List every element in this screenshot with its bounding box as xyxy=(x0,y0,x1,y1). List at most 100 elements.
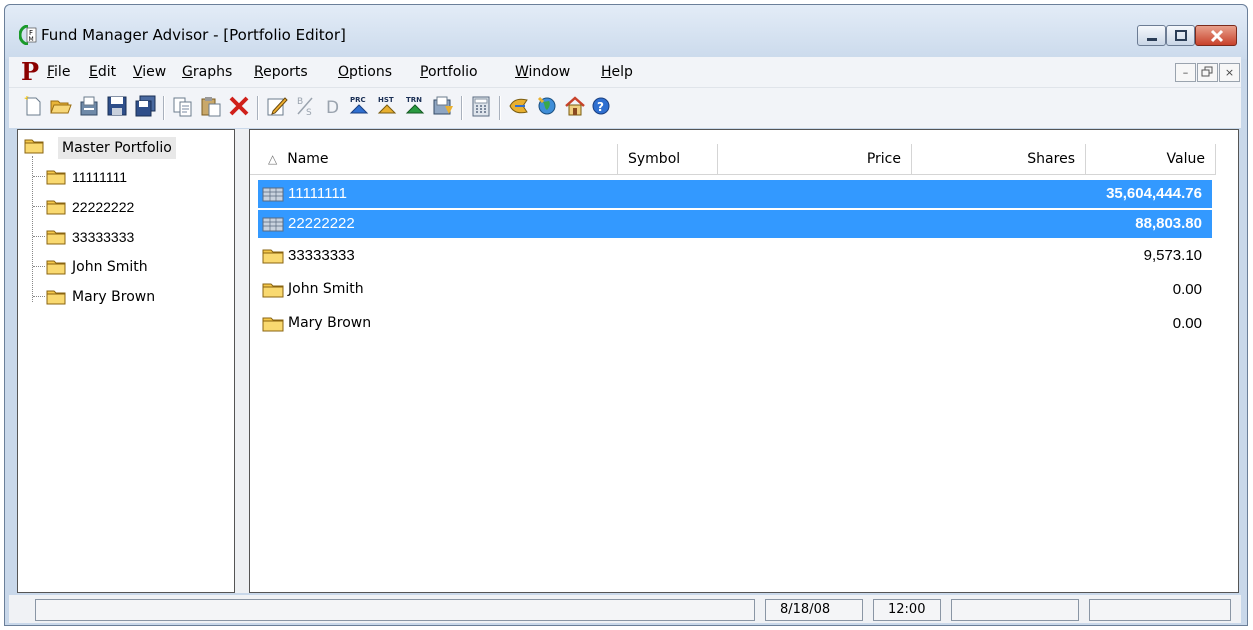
svg-text:TRN: TRN xyxy=(406,96,422,104)
dividend-icon[interactable]: D xyxy=(321,94,345,118)
open-icon[interactable] xyxy=(49,94,73,118)
app-window: F M Fund Manager Advisor - [Portfolio Ed… xyxy=(4,4,1248,626)
menu-view[interactable]: View xyxy=(133,64,166,80)
svg-text:S: S xyxy=(306,108,312,118)
column-header-name[interactable]: △ Name xyxy=(258,144,618,174)
portfolio-grid-icon xyxy=(262,187,284,202)
status-panel xyxy=(1089,599,1231,621)
folder-icon xyxy=(46,230,66,245)
toolbar-separator xyxy=(163,96,165,120)
split-icon[interactable]: BS xyxy=(293,94,317,118)
tree-item-33333333[interactable]: 33333333 xyxy=(46,226,226,250)
status-date: 8/18/08 xyxy=(765,599,863,621)
folder-icon xyxy=(262,317,284,332)
svg-text:M: M xyxy=(29,36,34,43)
menu-portfolio[interactable]: Portfolio xyxy=(420,64,478,80)
column-header-price[interactable]: Price xyxy=(718,144,912,174)
column-header-shares[interactable]: Shares xyxy=(912,144,1086,174)
svg-text:PRC: PRC xyxy=(350,96,366,104)
maximize-icon xyxy=(1175,30,1187,41)
prc-download-icon[interactable]: PRC xyxy=(347,94,371,118)
list-header: △ Name Symbol Price Shares Value xyxy=(250,144,1216,175)
menu-file[interactable]: File xyxy=(47,64,70,80)
save-all-icon[interactable] xyxy=(133,94,157,118)
tree-connector xyxy=(32,156,33,302)
status-time: 12:00 xyxy=(873,599,941,621)
tree-connector xyxy=(33,236,45,237)
wizard-icon[interactable] xyxy=(507,94,531,118)
tree-connector xyxy=(33,176,45,177)
close-icon xyxy=(1210,29,1224,43)
status-bar: 8/18/08 12:00 xyxy=(9,595,1241,623)
properties-icon[interactable] xyxy=(77,94,101,118)
menu-bar: P File Edit View Graphs Reports Options … xyxy=(9,57,1241,87)
mdi-minimize-button[interactable]: – xyxy=(1175,63,1196,82)
folder-icon xyxy=(46,200,66,215)
menu-graphs[interactable]: Graphs xyxy=(182,64,232,80)
tree-item-master-portfolio[interactable]: Master Portfolio xyxy=(22,134,222,159)
globe-icon[interactable] xyxy=(535,94,559,118)
minimize-icon xyxy=(1147,38,1157,41)
tree-item-11111111[interactable]: 11111111 xyxy=(46,166,226,190)
menu-reports[interactable]: Reports xyxy=(254,64,308,80)
title-bar[interactable]: F M Fund Manager Advisor - [Portfolio Ed… xyxy=(5,5,1247,59)
trn-download-icon[interactable]: TRN xyxy=(403,94,427,118)
menu-edit[interactable]: Edit xyxy=(89,64,116,80)
new-icon[interactable] xyxy=(21,94,45,118)
window-title: Fund Manager Advisor - [Portfolio Editor… xyxy=(41,26,346,44)
svg-text:D: D xyxy=(326,98,339,118)
toolbar-separator xyxy=(499,96,501,120)
status-panel xyxy=(951,599,1079,621)
tree-connector xyxy=(33,266,45,267)
save-icon[interactable] xyxy=(105,94,129,118)
tree-item-john-smith[interactable]: John Smith xyxy=(46,256,226,280)
minimize-button[interactable] xyxy=(1137,25,1166,46)
tree-item-22222222[interactable]: 22222222 xyxy=(46,196,226,220)
folder-icon xyxy=(46,290,66,305)
menu-options[interactable]: Options xyxy=(338,64,392,80)
folder-icon xyxy=(262,249,284,264)
folder-icon xyxy=(46,170,66,185)
menu-window[interactable]: Window xyxy=(515,64,570,80)
maximize-button[interactable] xyxy=(1166,25,1195,46)
status-message xyxy=(35,599,755,621)
copy-icon[interactable] xyxy=(171,94,195,118)
portfolio-list[interactable]: △ Name Symbol Price Shares Value 11111111… xyxy=(249,129,1239,593)
paste-icon[interactable] xyxy=(199,94,223,118)
list-row[interactable]: John Smith 0.00 xyxy=(258,276,1212,304)
column-header-value[interactable]: Value xyxy=(1086,144,1216,174)
list-row[interactable]: 11111111 35,604,444.76 xyxy=(258,180,1212,208)
folder-icon xyxy=(262,283,284,298)
svg-text:?: ? xyxy=(597,100,604,114)
calculator-icon[interactable] xyxy=(469,94,493,118)
column-header-symbol[interactable]: Symbol xyxy=(618,144,718,174)
tree-item-mary-brown[interactable]: Mary Brown xyxy=(46,286,226,310)
edit-icon[interactable] xyxy=(265,94,289,118)
pane-splitter[interactable] xyxy=(235,129,249,593)
delete-icon[interactable] xyxy=(227,94,251,118)
mdi-close-button[interactable]: × xyxy=(1219,63,1240,82)
home-icon[interactable] xyxy=(563,94,587,118)
svg-text:B: B xyxy=(297,97,303,107)
list-row[interactable]: 22222222 88,803.80 xyxy=(258,210,1212,238)
toolbar-separator xyxy=(461,96,463,120)
portfolio-app-icon[interactable]: P xyxy=(21,57,39,86)
portfolio-tree[interactable]: Master Portfolio 11111111 22222222 33333… xyxy=(17,129,235,593)
svg-text:HST: HST xyxy=(378,96,394,104)
portfolio-grid-icon xyxy=(262,217,284,232)
help-icon[interactable]: ? xyxy=(589,94,613,118)
mdi-restore-button[interactable] xyxy=(1197,63,1218,82)
update-icon[interactable] xyxy=(431,94,455,118)
tree-connector xyxy=(33,296,45,297)
restore-icon xyxy=(1201,66,1213,77)
menu-help[interactable]: Help xyxy=(601,64,633,80)
tree-connector xyxy=(33,206,45,207)
list-row[interactable]: Mary Brown 0.00 xyxy=(258,310,1212,338)
list-row[interactable]: 33333333 9,573.10 xyxy=(258,242,1212,270)
close-button[interactable] xyxy=(1195,25,1237,46)
hst-download-icon[interactable]: HST xyxy=(375,94,399,118)
folder-icon xyxy=(24,139,44,154)
folder-icon xyxy=(46,260,66,275)
toolbar-separator xyxy=(257,96,259,120)
fm-logo-icon: F M xyxy=(19,25,37,45)
